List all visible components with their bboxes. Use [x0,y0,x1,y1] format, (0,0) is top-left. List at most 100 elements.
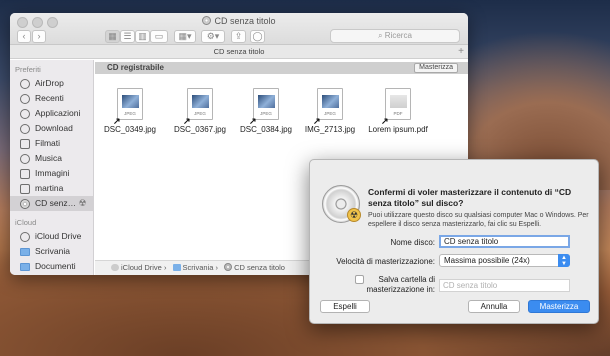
sidebar-item-label: Filmati [35,138,61,148]
download-icon [20,124,30,134]
burn-badge-icon: ☢ [347,208,361,222]
tag-icon: ◯ [252,31,263,41]
file-type-label: JPEG [260,111,272,116]
speed-select[interactable]: Massima possibile (24x) ▲ ▼ [439,254,570,267]
file-name: DSC_0349.jpg [103,125,157,134]
pdf-file-icon: PDF [385,88,411,120]
window-title: CD senza titolo [10,16,468,26]
chevron-left-icon: ‹ [22,31,26,41]
file-name: DSC_0384.jpg [239,125,293,134]
tab-title[interactable]: CD senza titolo [214,47,265,56]
search-field[interactable]: ⌕ Ricerca [330,29,460,43]
grid-icon: ▦ [108,31,117,41]
speed-select-value: Massima possibile (24x) [444,256,530,265]
sidebar-item-label: Musica [35,153,62,163]
sidebar-item-label: AirDrop [35,78,64,88]
share-icon: ⇪ [234,31,243,41]
file-type-label: JPEG [194,111,206,116]
file-name: Lorem ipsum.pdf [368,125,428,134]
burn-dialog: ☢ Confermi di voler masterizzare il cont… [309,159,599,324]
save-folder-input[interactable]: CD senza titolo [439,279,570,292]
columns-icon: ▥ [138,31,147,41]
sidebar-item-filmati[interactable]: Filmati [10,136,94,151]
cloud-icon [111,264,119,271]
tags-button[interactable]: ◯ [250,30,265,43]
confirm-burn-button[interactable]: Masterizza [528,300,590,313]
path-item[interactable]: Scrivania [183,263,214,272]
cd-burn-icon: ☢ [322,185,361,223]
sidebar-item-cd[interactable]: CD senz… ☢ [10,196,94,211]
path-item[interactable]: CD senza titolo [234,263,285,272]
save-folder-label-line1: Salva cartella di [378,275,435,284]
sidebar-item-martina[interactable]: martina [10,181,94,196]
sidebar-item-recenti[interactable]: Recenti [10,91,94,106]
speed-label: Velocità di masterizzazione: [336,257,435,266]
back-button[interactable]: ‹ [17,30,31,43]
cd-icon [202,16,212,25]
sidebar-item-label: iCloud Drive [35,231,82,241]
alias-arrow-icon: ↗ [381,116,389,126]
view-icons-button[interactable]: ▦ [105,30,120,43]
file-type-label: JPEG [324,111,336,116]
sidebar-item-label: Recenti [35,93,64,103]
file-item[interactable]: PDF ↗ Lorem ipsum.pdf [363,88,433,134]
search-icon: ⌕ [378,31,383,40]
file-item[interactable]: JPEG ↗ DSC_0384.jpg [231,88,301,134]
file-name: DSC_0367.jpg [173,125,227,134]
path-item[interactable]: iCloud Drive [121,263,162,272]
forward-button[interactable]: › [32,30,46,43]
jpeg-file-icon: JPEG [187,88,213,120]
jpeg-file-icon: JPEG [317,88,343,120]
sidebar-item-label: CD senz… [35,198,77,208]
view-columns-button[interactable]: ▥ [135,30,150,43]
file-item[interactable]: JPEG ↗ IMG_2713.jpg [295,88,365,134]
gallery-icon: ▭ [154,31,164,41]
dialog-title: Confermi di voler masterizzare il conten… [368,187,572,208]
window-title-text: CD senza titolo [214,16,276,26]
sidebar-item-immagini[interactable]: Immagini [10,166,94,181]
sidebar-item-label: Download [35,123,73,133]
new-tab-icon[interactable]: + [458,45,464,58]
action-button[interactable]: ⚙▾ [201,30,225,43]
sidebar-item-label: Scrivania [35,246,70,256]
cancel-button[interactable]: Annulla [468,300,520,313]
sidebar-item-airdrop[interactable]: AirDrop [10,76,94,91]
file-item[interactable]: JPEG ↗ DSC_0367.jpg [165,88,235,134]
sidebar-item-icloud-drive[interactable]: iCloud Drive [10,229,94,244]
file-type-label: PDF [393,111,403,116]
view-gallery-button[interactable]: ▭ [150,30,168,43]
save-folder-label-line2: masterizzazione in: [366,285,435,294]
path-separator: › [163,263,167,272]
sidebar-item-download[interactable]: Download [10,121,94,136]
jpeg-file-icon: JPEG [117,88,143,120]
disc-name-input[interactable]: CD senza titolo [439,235,570,248]
sidebar-item-scrivania[interactable]: Scrivania [10,244,94,259]
view-list-button[interactable]: ☰ [120,30,135,43]
file-item[interactable]: JPEG ↗ DSC_0349.jpg [95,88,165,134]
sidebar-item-label: Immagini [35,168,70,178]
applications-icon [20,109,30,119]
music-icon [20,154,30,164]
sidebar-item-musica[interactable]: Musica [10,151,94,166]
alias-arrow-icon: ↗ [183,116,191,126]
jpeg-file-icon: JPEG [253,88,279,120]
sidebar-item-applicazioni[interactable]: Applicazioni [10,106,94,121]
folder-icon [20,248,30,256]
sidebar-item-documenti[interactable]: Documenti [10,259,94,274]
camera-icon [20,169,30,179]
share-button[interactable]: ⇪ [231,30,246,43]
sidebar-header-favorites: Preferiti [15,65,41,74]
gear-icon: ⚙▾ [206,31,220,41]
folder-icon [172,264,181,271]
disc-icon [224,263,233,271]
home-icon [20,184,30,194]
disc-icon [20,199,30,209]
cloud-icon [20,232,30,242]
burn-button[interactable]: Masterizza [414,63,458,73]
burn-icon[interactable]: ☢ [78,198,86,208]
alias-arrow-icon: ↗ [249,116,257,126]
file-name: IMG_2713.jpg [304,125,356,134]
group-button[interactable]: ▦▾ [174,30,196,43]
eject-button[interactable]: Espelli [320,300,370,313]
alias-arrow-icon: ↗ [113,116,121,126]
